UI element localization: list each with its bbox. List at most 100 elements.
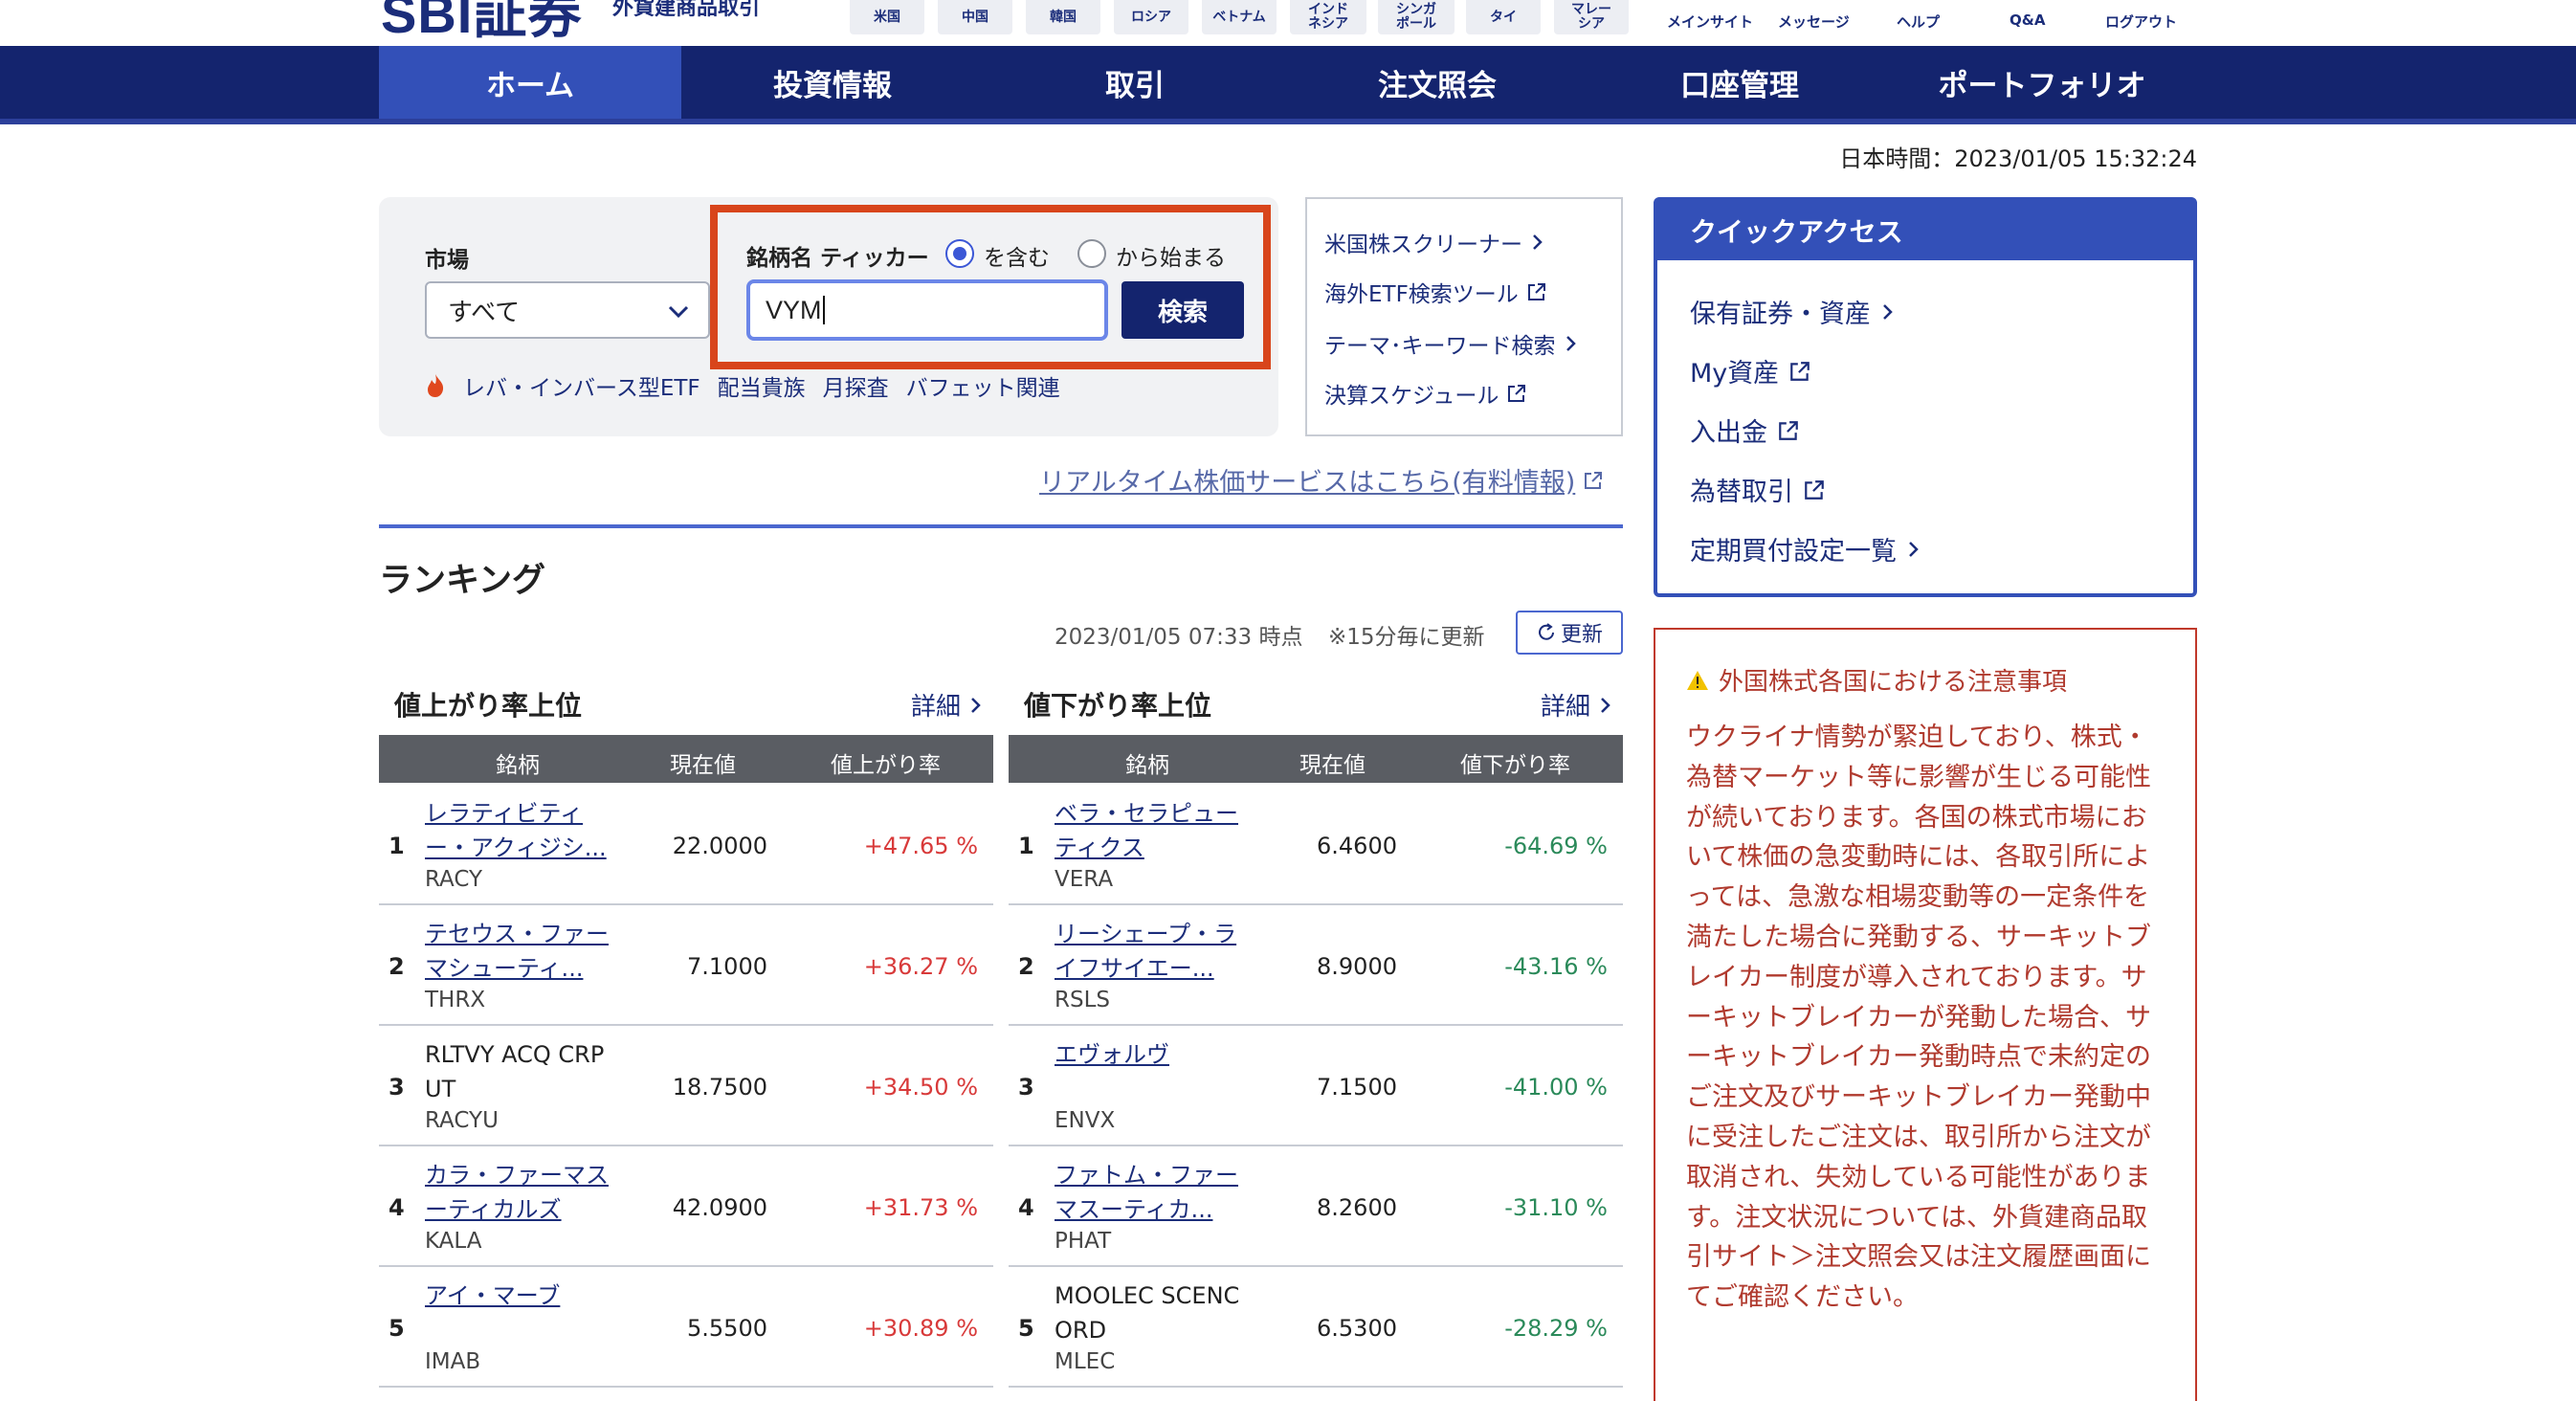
quick-access-item[interactable]: 保有証券・資産 (1690, 293, 1896, 330)
help-link[interactable]: ヘルプ (1897, 11, 1940, 32)
col-price: 現在値 (670, 753, 736, 778)
tag-dividend-aristocrats[interactable]: 配当貴族 (718, 369, 806, 402)
nav-account[interactable]: 口座管理 (1588, 46, 1891, 119)
country-tab-us[interactable]: 米国 (850, 0, 924, 34)
ticker-symbol: IMAB (425, 1349, 481, 1374)
ranking-update-note: ※15分毎に更新 (1328, 625, 1485, 650)
qa-link[interactable]: Q&A (2010, 11, 2045, 29)
theme-keyword-search-link[interactable]: テーマ･キーワード検索 (1324, 327, 1579, 360)
message-link[interactable]: メッセージ (1778, 11, 1850, 32)
radio-contains[interactable] (945, 239, 974, 268)
ticker-symbol: KALA (425, 1229, 482, 1254)
country-tab-korea[interactable]: 韓国 (1026, 0, 1100, 34)
rank-number: 1 (389, 833, 405, 859)
chevron-right-icon (1566, 336, 1576, 351)
notice-title: 外国株式各国における注意事項 (1719, 668, 2068, 697)
brand-logo[interactable]: SBI証券 (381, 0, 582, 49)
col-price: 現在値 (1299, 753, 1366, 778)
stock-name-link[interactable]: アイ・マーブ (425, 1279, 616, 1313)
rank-number: 3 (389, 1074, 405, 1101)
search-button[interactable]: 検索 (1121, 281, 1244, 339)
quick-access-item[interactable]: 定期買付設定一覧 (1690, 530, 1921, 567)
country-tab-indonesia[interactable]: インド ネシア (1290, 0, 1366, 34)
current-price: 22.0000 (672, 833, 767, 859)
nav-home[interactable]: ホーム (379, 46, 681, 119)
logout-link[interactable]: ログアウト (2105, 11, 2177, 32)
tag-buffett[interactable]: バフェット関連 (906, 369, 1060, 402)
stock-name-link[interactable]: リーシェープ・ラ イフサイエー... (1055, 917, 1246, 986)
rank-number: 2 (1018, 953, 1034, 980)
ticker-search-input[interactable]: VYM (746, 279, 1108, 341)
quick-access-item[interactable]: 為替取引 (1690, 471, 1826, 508)
tools-box: 米国株スクリーナー 海外ETF検索ツール テーマ･キーワード検索 決算スケジュー… (1305, 197, 1623, 436)
nav-portfolio[interactable]: ポートフォリオ (1891, 46, 2193, 119)
stock-name-link[interactable]: ファトム・ファー マスーティカ... (1055, 1158, 1246, 1227)
country-tab-singapore[interactable]: シンガ ポール (1378, 0, 1455, 34)
current-price: 8.2600 (1317, 1194, 1397, 1221)
current-price: 5.5500 (687, 1315, 767, 1342)
radio-contains-label[interactable]: を含む (984, 239, 1050, 272)
us-stock-screener-link[interactable]: 米国株スクリーナー (1324, 226, 1545, 258)
country-tab-thailand[interactable]: タイ (1466, 0, 1541, 34)
ticker-symbol: VERA (1055, 867, 1114, 892)
ticker-symbol: THRX (425, 988, 486, 1012)
tag-leveraged-etf[interactable]: レバ・インバース型ETF (463, 369, 700, 402)
current-price: 18.7500 (672, 1074, 767, 1101)
refresh-button[interactable]: 更新 (1516, 611, 1623, 655)
market-select-value: すべて (448, 298, 521, 327)
change-rate: -41.00 % (1504, 1074, 1608, 1101)
current-price: 6.5300 (1317, 1315, 1397, 1342)
col-change: 値上がり率 (831, 753, 941, 778)
quick-access-item[interactable]: My資産 (1690, 352, 1811, 389)
nav-order-inquiry[interactable]: 注文照会 (1286, 46, 1588, 119)
text-caret (822, 296, 825, 324)
market-select[interactable]: すべて (425, 281, 710, 339)
country-tab-china[interactable]: 中国 (938, 0, 1012, 34)
external-link-icon (1585, 471, 1603, 489)
more-label: 詳細 (911, 693, 962, 722)
losers-more-link[interactable]: 詳細 (1541, 687, 1613, 723)
quick-access-panel: クイックアクセス 保有証券・資産 My資産入出金為替取引定期買付設定一覧 (1654, 197, 2197, 597)
rank-number: 5 (1018, 1315, 1034, 1342)
quick-access-item[interactable]: 入出金 (1690, 411, 1800, 449)
country-tab-russia[interactable]: ロシア (1114, 0, 1188, 34)
change-rate: -28.29 % (1504, 1315, 1608, 1342)
rank-number: 3 (1018, 1074, 1034, 1101)
stock-name-link[interactable]: エヴォルヴ (1055, 1037, 1246, 1072)
market-label: 市場 (425, 248, 469, 273)
tool-label: 米国株スクリーナー (1324, 233, 1522, 257)
external-link-icon (1803, 478, 1826, 501)
foreign-etf-search-link[interactable]: 海外ETF検索ツール (1324, 276, 1547, 308)
rank-number: 1 (1018, 833, 1034, 859)
quick-access-label: My資産 (1690, 359, 1780, 389)
nav-trade[interactable]: 取引 (984, 46, 1286, 119)
chevron-right-icon (971, 697, 981, 713)
radio-starts-with[interactable] (1077, 239, 1106, 268)
quick-access-title: クイックアクセス (1657, 201, 2193, 260)
quick-access-label: 入出金 (1690, 418, 1767, 448)
losers-title: 値下がり率上位 (1024, 690, 1212, 722)
nav-investment-info[interactable]: 投資情報 (681, 46, 984, 119)
earnings-schedule-link[interactable]: 決算スケジュール (1324, 377, 1527, 410)
quick-access-label: 為替取引 (1690, 478, 1793, 507)
ticker-search-value: VYM (766, 295, 822, 324)
tag-moon-exploration[interactable]: 月探査 (823, 369, 889, 402)
realtime-price-link[interactable]: リアルタイム株価サービスはこちら(有料情報) (1039, 461, 1604, 499)
table-row: 3 RLTVY ACQ CRP UT RACYU 18.7500 +34.50 % (379, 1026, 993, 1146)
table-row: 1 ベラ・セラピュー ティクス VERA 6.4600 -64.69 % (1009, 785, 1623, 905)
ranking-title: ランキング (379, 562, 545, 600)
stock-name-link[interactable]: レラティビティ ー・アクィジシ... (425, 796, 616, 865)
stock-name-link[interactable]: テセウス・ファー マシューティ... (425, 917, 616, 986)
current-price: 42.0900 (672, 1194, 767, 1221)
stock-name-link[interactable]: カラ・ファーマス ーティカルズ (425, 1158, 616, 1227)
chevron-down-icon (668, 305, 689, 319)
fire-icon (428, 374, 444, 397)
country-tab-malaysia[interactable]: マレー シア (1554, 0, 1629, 34)
notice-box: 外国株式各国における注意事項 ウクライナ情勢が緊迫しており、株式・為替マーケット… (1654, 628, 2197, 1401)
country-tab-vietnam[interactable]: ベトナム (1202, 0, 1277, 34)
radio-starts-with-label[interactable]: から始まる (1116, 239, 1226, 272)
chevron-right-icon (1601, 697, 1610, 713)
stock-name-link[interactable]: ベラ・セラピュー ティクス (1055, 796, 1246, 865)
gainers-more-link[interactable]: 詳細 (911, 687, 984, 723)
main-site-link[interactable]: メインサイト (1667, 11, 1753, 32)
